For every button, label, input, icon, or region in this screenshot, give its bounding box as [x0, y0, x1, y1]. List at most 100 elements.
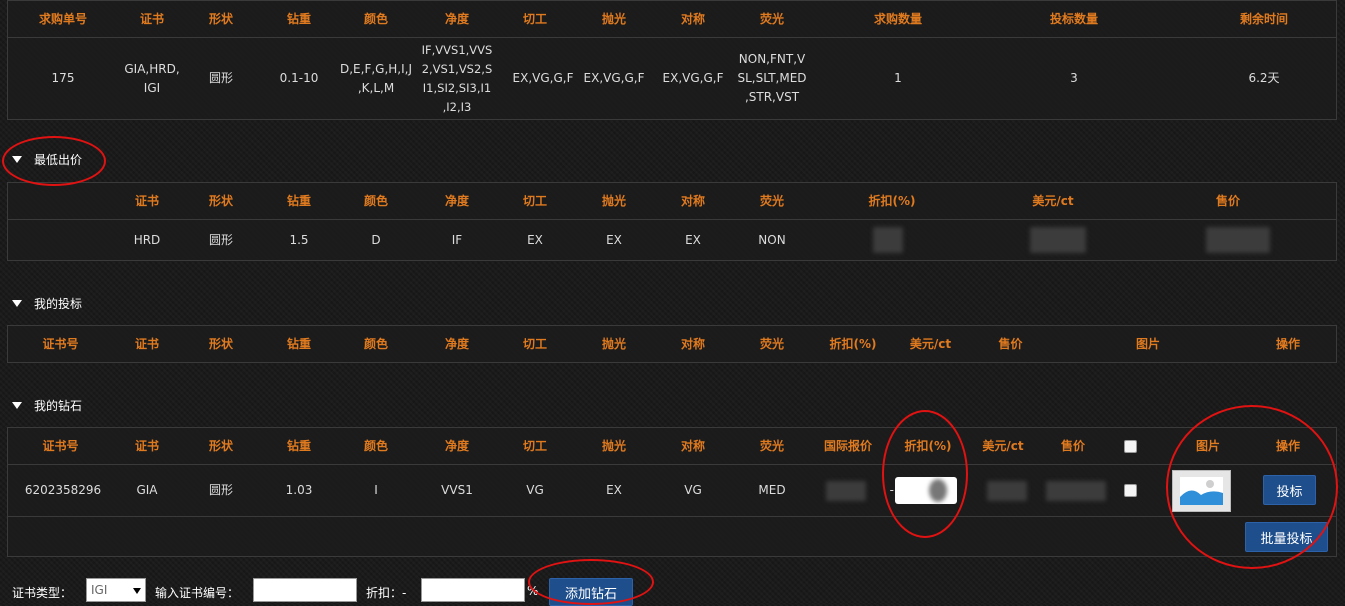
col-cut: 切工: [522, 438, 547, 453]
col-cut: 切工: [522, 11, 547, 26]
cert-type-select[interactable]: IGI: [86, 578, 146, 602]
col-price: 售价: [1215, 193, 1240, 208]
col-clarity: 净度: [444, 336, 469, 351]
cell-remaining: 6.2天: [1248, 71, 1280, 85]
col-image: 图片: [1195, 438, 1220, 453]
col-bid-count: 投标数量: [1049, 11, 1098, 26]
col-shape: 形状: [208, 193, 233, 208]
percent-sign: %: [527, 584, 539, 598]
image-placeholder-icon[interactable]: [1172, 470, 1231, 512]
discount-input[interactable]: [894, 465, 958, 516]
cell-intl-quote-redacted: [818, 465, 874, 516]
collapse-triangle-icon: [12, 300, 22, 307]
col-symmetry: 对称: [680, 11, 705, 26]
cell-polish: EX: [606, 232, 622, 247]
col-carat: 钻重: [286, 438, 311, 453]
cell-carat: 0.1-10: [279, 71, 319, 85]
section-lowest-bid-toggle[interactable]: 最低出价: [12, 151, 82, 168]
col-discount: 折扣(%): [829, 336, 877, 351]
col-cut: 切工: [522, 193, 547, 208]
col-polish: 抛光: [601, 11, 626, 26]
col-cert: 证书: [134, 336, 159, 351]
col-fluorescence: 荧光: [759, 438, 784, 453]
cell-cert-no: 6202358296: [24, 483, 102, 497]
cell-symmetry: VG: [684, 483, 702, 497]
col-shape: 形状: [208, 438, 233, 453]
col-shape: 形状: [208, 11, 233, 26]
cell-fluorescence: MED: [758, 483, 786, 497]
col-usd-ct: 美元/ct: [1032, 193, 1074, 208]
col-price: 售价: [1060, 438, 1085, 453]
col-remaining: 剩余时间: [1239, 11, 1288, 26]
row-select-checkbox[interactable]: [1118, 465, 1143, 516]
cell-cert: HRD: [133, 232, 161, 247]
lowest-bid-row: HRD 圆形 1.5 D IF EX EX EX NON: [8, 220, 1336, 260]
collapse-triangle-icon: [12, 156, 22, 163]
cell-polish: EX: [606, 483, 622, 497]
request-table-header: 求购单号 证书 形状 钻重 颜色 净度 切工 抛光 对称 荧光 求购数量 投标数…: [8, 1, 1336, 38]
col-fluorescence: 荧光: [759, 11, 784, 26]
select-all-checkbox[interactable]: [1118, 428, 1143, 464]
add-diamond-button[interactable]: 添加钻石: [549, 578, 633, 606]
section-my-bids-toggle[interactable]: 我的投标: [12, 295, 82, 312]
col-clarity: 净度: [444, 11, 469, 26]
cell-shape: 圆形: [208, 71, 233, 85]
col-usd-ct: 美元/ct: [982, 438, 1024, 453]
cell-clarity: IF: [451, 232, 463, 247]
cell-fluorescence: NON,FNT,V SL,SLT,MED ,STR,VST: [737, 52, 807, 104]
col-usd-ct: 美元/ct: [909, 336, 952, 351]
cert-type-value: IGI: [91, 583, 108, 597]
cell-cut: VG: [526, 483, 544, 497]
col-intl-quote: 国际报价: [823, 438, 872, 453]
col-color: 颜色: [363, 336, 388, 351]
cert-no-input[interactable]: [253, 578, 357, 602]
col-clarity: 净度: [444, 193, 469, 208]
cell-clarity: VVS1: [441, 483, 473, 497]
discount-prefix: -: [889, 483, 894, 497]
col-discount: 折扣(%): [904, 438, 952, 453]
collapse-triangle-icon: [12, 402, 22, 409]
cell-price-redacted: [1043, 465, 1108, 516]
col-cert: 证书: [134, 438, 159, 453]
cert-no-label: 输入证书编号：: [155, 586, 240, 600]
cell-carat: 1.5: [289, 232, 309, 247]
cell-color: I: [374, 483, 378, 497]
my-bids-header: 证书号 证书 形状 钻重 颜色 净度 切工 抛光 对称 荧光 折扣(%) 美元/…: [8, 326, 1336, 362]
col-cut: 切工: [522, 336, 547, 351]
col-carat: 钻重: [286, 11, 311, 26]
col-cert-no: 证书号: [42, 336, 79, 351]
discount-label: 折扣：-: [366, 586, 407, 600]
col-image: 图片: [1135, 336, 1160, 351]
request-table: 求购单号 证书 形状 钻重 颜色 净度 切工 抛光 对称 荧光 求购数量 投标数…: [7, 0, 1337, 120]
col-fluorescence: 荧光: [759, 336, 784, 351]
col-color: 颜色: [363, 11, 388, 26]
lowest-bid-header: 证书 形状 钻重 颜色 净度 切工 抛光 对称 荧光 折扣(%) 美元/ct 售…: [8, 183, 1336, 220]
cell-clarity: IF,VVS1,VVS 2,VS1,VS2,S I1,SI2,SI3,I1 ,I…: [421, 42, 493, 114]
cell-usd-ct-redacted: [1023, 220, 1093, 260]
lowest-bid-table: 证书 形状 钻重 颜色 净度 切工 抛光 对称 荧光 折扣(%) 美元/ct 售…: [7, 182, 1337, 261]
section-my-diamonds-toggle[interactable]: 我的钻石: [12, 397, 82, 414]
discount-field[interactable]: [421, 578, 525, 602]
cell-symmetry: EX,VG,G,F: [662, 71, 724, 85]
col-action: 操作: [1275, 438, 1300, 453]
col-cert: 证书: [139, 11, 164, 26]
col-request-no: 求购单号: [38, 11, 87, 26]
cell-price-redacted: [1203, 220, 1273, 260]
cell-bid-count: 3: [1070, 71, 1078, 85]
my-diamond-row: 6202358296 GIA 圆形 1.03 I VVS1 VG EX VG M…: [8, 465, 1336, 517]
cell-quantity: 1: [894, 71, 902, 85]
batch-bid-button[interactable]: 批量投标: [1245, 522, 1328, 552]
section-my-bids-title: 我的投标: [34, 297, 83, 311]
batch-row: 批量投标: [8, 517, 1336, 557]
dropdown-arrow-icon: [133, 588, 141, 594]
col-symmetry: 对称: [680, 193, 705, 208]
my-diamonds-table: 证书号 证书 形状 钻重 颜色 净度 切工 抛光 对称 荧光 国际报价 折扣(%…: [7, 427, 1337, 557]
cell-polish: EX,VG,G,F: [583, 71, 645, 85]
add-diamond-form: 证书类型： IGI 输入证书编号： 折扣：- % 添加钻石: [0, 578, 1345, 606]
bid-button[interactable]: 投标: [1263, 475, 1316, 505]
col-polish: 抛光: [601, 193, 626, 208]
col-fluorescence: 荧光: [759, 193, 784, 208]
cell-fluorescence: NON: [758, 232, 786, 247]
my-diamonds-header: 证书号 证书 形状 钻重 颜色 净度 切工 抛光 对称 荧光 国际报价 折扣(%…: [8, 428, 1336, 465]
cell-color: D,E,F,G,H,I,J ,K,L,M: [340, 61, 413, 95]
